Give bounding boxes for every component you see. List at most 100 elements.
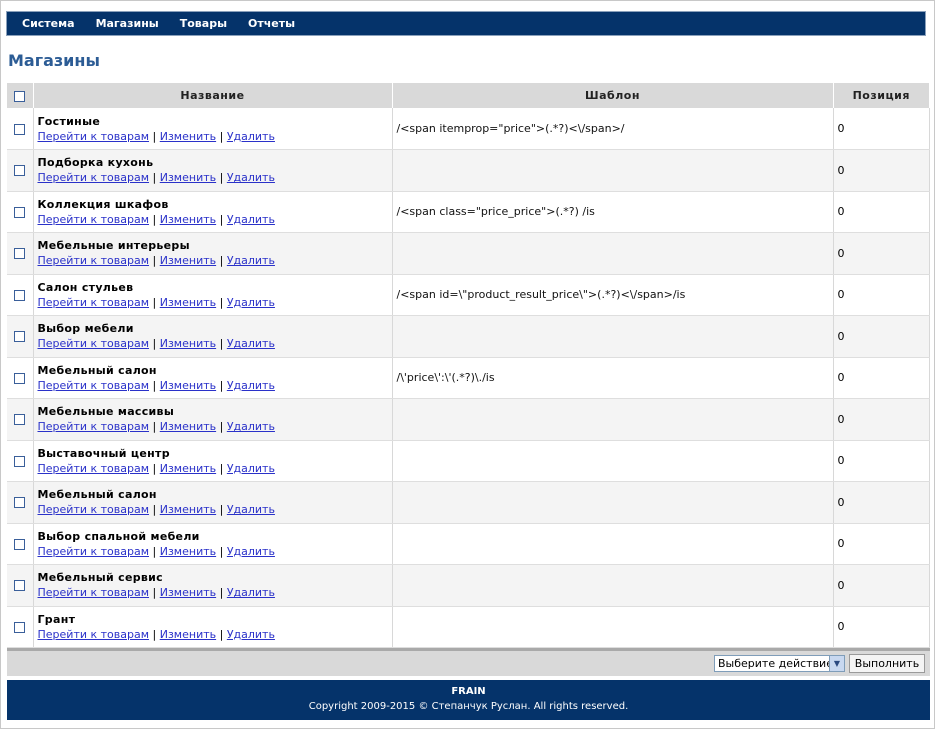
row-checkbox[interactable] — [14, 165, 26, 177]
edit-link[interactable]: Изменить — [160, 296, 216, 309]
delete-link[interactable]: Удалить — [227, 296, 275, 309]
edit-link[interactable]: Изменить — [160, 379, 216, 392]
link-separator: | — [152, 420, 157, 434]
goto-products-link[interactable]: Перейти к товарам — [38, 296, 150, 309]
delete-link[interactable]: Удалить — [227, 503, 275, 516]
nav-item-shops[interactable]: Магазины — [96, 17, 159, 30]
edit-link[interactable]: Изменить — [160, 254, 216, 267]
chevron-down-icon[interactable]: ▼ — [829, 656, 844, 671]
shop-name-cell: Мебельные массивы Перейти к товарам | Изм… — [33, 398, 393, 441]
row-checkbox[interactable] — [14, 497, 26, 509]
template-cell — [392, 564, 834, 607]
row-checkbox[interactable] — [14, 331, 26, 343]
delete-link[interactable]: Удалить — [227, 420, 275, 433]
shop-name-cell: Гостиные Перейти к товарам | Изменить | У… — [33, 108, 393, 150]
row-checkbox[interactable] — [14, 289, 26, 301]
position-cell: 0 — [833, 191, 930, 233]
table-row: Мебельный сервис Перейти к товарам | Изме… — [7, 564, 930, 607]
row-checkbox[interactable] — [14, 206, 26, 218]
table-row: Мебельный салон Перейти к товарам | Измен… — [7, 481, 930, 524]
position-cell: 0 — [833, 149, 930, 192]
goto-products-link[interactable]: Перейти к товарам — [38, 379, 150, 392]
position-cell: 0 — [833, 274, 930, 316]
delete-link[interactable]: Удалить — [227, 545, 275, 558]
shop-name-cell: Выставочный центр Перейти к товарам | Изм… — [33, 440, 393, 482]
row-actions: Перейти к товарам | Изменить | Удалить — [38, 502, 392, 517]
row-checkbox[interactable] — [14, 538, 26, 550]
action-select[interactable]: Выберите действие ▼ — [714, 655, 845, 672]
run-button[interactable]: Выполнить — [849, 654, 925, 673]
goto-products-link[interactable]: Перейти к товарам — [38, 420, 150, 433]
row-actions: Перейти к товарам | Изменить | Удалить — [38, 544, 392, 559]
row-checkbox-cell — [7, 232, 34, 275]
delete-link[interactable]: Удалить — [227, 213, 275, 226]
edit-link[interactable]: Изменить — [160, 171, 216, 184]
select-all-checkbox[interactable] — [14, 90, 26, 102]
template-cell — [392, 315, 834, 358]
shop-name-cell: Подборка кухонь Перейти к товарам | Измен… — [33, 149, 393, 192]
nav-item-system[interactable]: Система — [22, 17, 75, 30]
row-checkbox[interactable] — [14, 123, 26, 135]
goto-products-link[interactable]: Перейти к товарам — [38, 213, 150, 226]
goto-products-link[interactable]: Перейти к товарам — [38, 254, 150, 267]
nav-item-products[interactable]: Товары — [180, 17, 227, 30]
link-separator: | — [219, 420, 224, 434]
nav-item-reports[interactable]: Отчеты — [248, 17, 295, 30]
row-checkbox[interactable] — [14, 580, 26, 592]
edit-link[interactable]: Изменить — [160, 628, 216, 641]
link-separator: | — [219, 337, 224, 351]
row-checkbox-cell — [7, 564, 34, 607]
row-checkbox[interactable] — [14, 372, 26, 384]
position-cell: 0 — [833, 398, 930, 441]
row-checkbox[interactable] — [14, 414, 26, 426]
delete-link[interactable]: Удалить — [227, 628, 275, 641]
header-name[interactable]: Название — [33, 83, 393, 108]
link-separator: | — [152, 254, 157, 268]
delete-link[interactable]: Удалить — [227, 379, 275, 392]
edit-link[interactable]: Изменить — [160, 503, 216, 516]
row-checkbox-cell — [7, 523, 34, 565]
goto-products-link[interactable]: Перейти к товарам — [38, 586, 150, 599]
goto-products-link[interactable]: Перейти к товарам — [38, 503, 150, 516]
shop-name: Мебельные массивы — [37, 405, 175, 419]
header-position[interactable]: Позиция — [833, 83, 930, 108]
delete-link[interactable]: Удалить — [227, 171, 275, 184]
goto-products-link[interactable]: Перейти к товарам — [38, 130, 150, 143]
delete-link[interactable]: Удалить — [227, 254, 275, 267]
delete-link[interactable]: Удалить — [227, 130, 275, 143]
row-checkbox[interactable] — [14, 621, 26, 633]
edit-link[interactable]: Изменить — [160, 337, 216, 350]
header-template[interactable]: Шаблон — [392, 83, 834, 108]
edit-link[interactable]: Изменить — [160, 586, 216, 599]
row-checkbox[interactable] — [14, 455, 26, 467]
goto-products-link[interactable]: Перейти к товарам — [38, 545, 150, 558]
row-actions: Перейти к товарам | Изменить | Удалить — [38, 170, 392, 185]
link-separator: | — [219, 461, 224, 475]
row-actions: Перейти к товарам | Изменить | Удалить — [38, 585, 392, 600]
goto-products-link[interactable]: Перейти к товарам — [38, 462, 150, 475]
edit-link[interactable]: Изменить — [160, 462, 216, 475]
edit-link[interactable]: Изменить — [160, 130, 216, 143]
goto-products-link[interactable]: Перейти к товарам — [38, 628, 150, 641]
goto-products-link[interactable]: Перейти к товарам — [38, 337, 150, 350]
shop-name: Подборка кухонь — [37, 156, 154, 170]
row-actions: Перейти к товарам | Изменить | Удалить — [38, 378, 392, 393]
table-row: Выбор спальной мебели Перейти к товарам |… — [7, 523, 930, 565]
shop-name-cell: Мебельный салон Перейти к товарам | Измен… — [33, 357, 393, 399]
goto-products-link[interactable]: Перейти к товарам — [38, 171, 150, 184]
edit-link[interactable]: Изменить — [160, 545, 216, 558]
link-separator: | — [152, 586, 157, 600]
shop-name-cell: Выбор спальной мебели Перейти к товарам |… — [33, 523, 393, 565]
delete-link[interactable]: Удалить — [227, 337, 275, 350]
delete-link[interactable]: Удалить — [227, 586, 275, 599]
row-checkbox[interactable] — [14, 248, 26, 260]
position-cell: 0 — [833, 606, 930, 648]
template-cell: /<span class="price_price">(.*?) /is — [392, 191, 834, 233]
table-row: Выставочный центр Перейти к товарам | Изм… — [7, 440, 930, 482]
table-header-row: Название Шаблон Позиция — [7, 83, 930, 108]
position-cell: 0 — [833, 108, 930, 150]
edit-link[interactable]: Изменить — [160, 420, 216, 433]
delete-link[interactable]: Удалить — [227, 462, 275, 475]
row-actions: Перейти к товарам | Изменить | Удалить — [38, 461, 392, 476]
edit-link[interactable]: Изменить — [160, 213, 216, 226]
